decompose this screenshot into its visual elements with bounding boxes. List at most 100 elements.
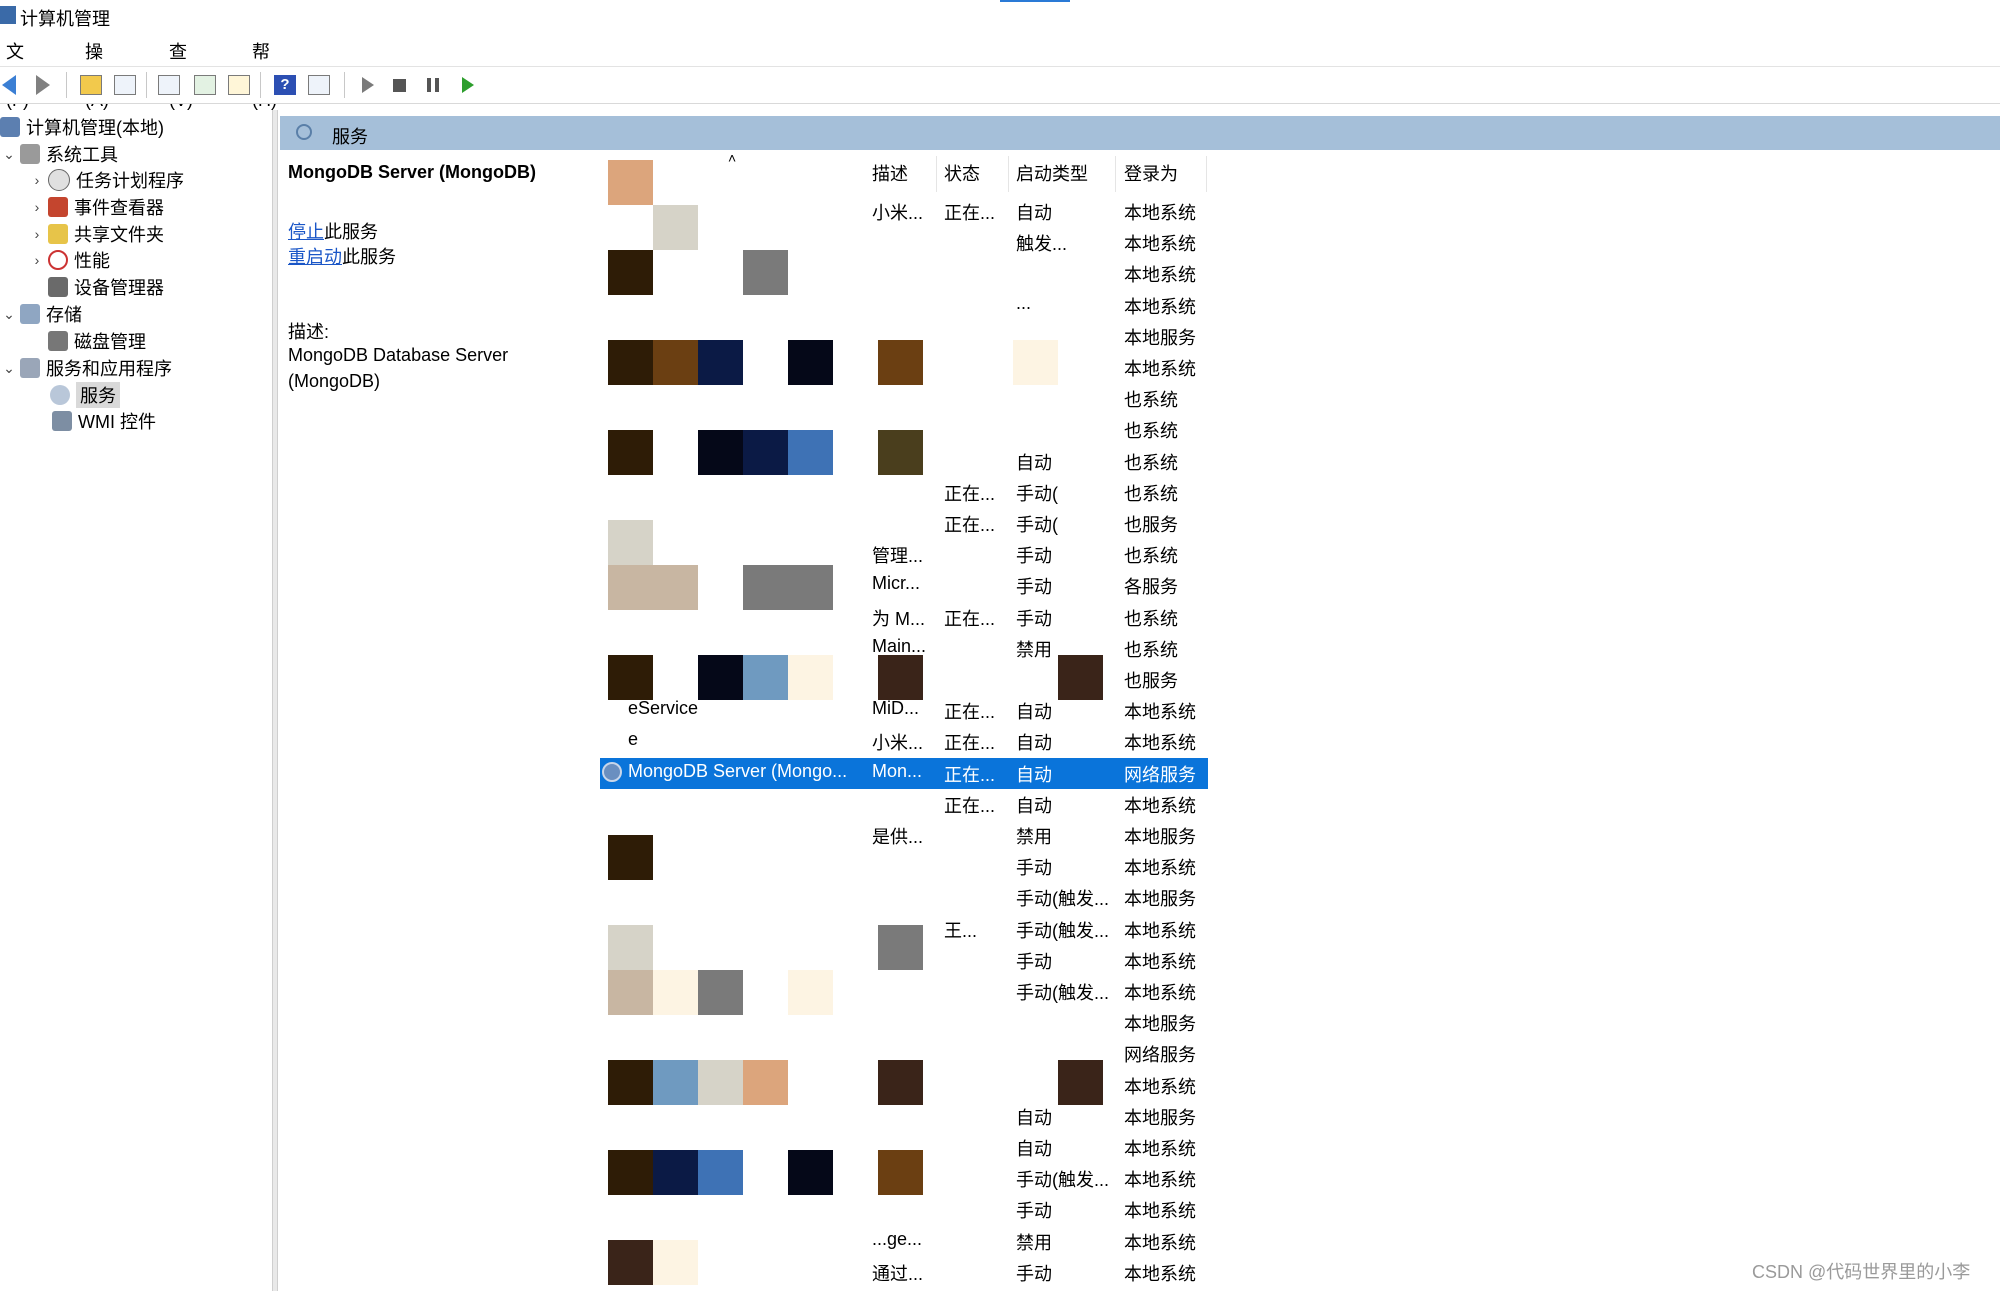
- service-status-cell: 正在...: [944, 515, 996, 535]
- service-logon-cell: 也系统: [1124, 421, 1178, 442]
- table-row[interactable]: 手动 本地系统: [600, 851, 1208, 882]
- pause-service-icon[interactable]: [427, 78, 439, 92]
- tree-root[interactable]: 计算机管理(本地): [0, 114, 164, 140]
- service-logon-cell: 本地服务: [1124, 327, 1196, 348]
- privacy-mosaic-block: [1058, 1060, 1103, 1105]
- tree-services-apps[interactable]: ⌄ 服务和应用程序: [2, 355, 172, 381]
- show-hide-tree-icon[interactable]: [114, 75, 136, 95]
- tree-disk-management[interactable]: 磁盘管理: [48, 328, 146, 354]
- event-log-icon: [48, 197, 68, 217]
- service-logon-cell: 也系统: [1124, 483, 1178, 504]
- column-header-startup[interactable]: 启动类型: [1016, 160, 1088, 186]
- properties-icon[interactable]: [158, 75, 180, 95]
- column-header-logon[interactable]: 登录为: [1124, 160, 1178, 186]
- sort-indicator: ˄: [728, 150, 737, 166]
- help-icon[interactable]: ?: [274, 75, 296, 95]
- chevron-down-icon[interactable]: ⌄: [2, 306, 16, 323]
- toolbar-separator: [260, 72, 261, 98]
- privacy-mosaic-block: [698, 1060, 743, 1105]
- refresh-icon[interactable]: [194, 75, 216, 95]
- service-desc-cell: 管理...: [872, 546, 924, 567]
- service-status-cell: 正在...: [944, 203, 996, 223]
- tree-task-scheduler[interactable]: › 任务计划程序: [30, 167, 184, 193]
- tree-services[interactable]: 服务: [50, 382, 120, 408]
- table-row[interactable]: 手动 本地系统: [600, 1194, 1208, 1225]
- table-row-selected[interactable]: MongoDB Server (Mongo... Mon... 正在... 自动 网络服…: [600, 757, 1208, 789]
- tree-performance[interactable]: › 性能: [30, 247, 110, 273]
- service-status-cell: 正在...: [944, 764, 996, 785]
- restart-service-icon[interactable]: [462, 77, 474, 93]
- service-startup-cell: 自动: [1016, 702, 1052, 723]
- forward-arrow-icon[interactable]: [36, 75, 50, 95]
- service-status-cell: 王...: [944, 920, 978, 941]
- service-logon-cell: 本地系统: [1124, 733, 1196, 754]
- tree-system-tools[interactable]: ⌄ 系统工具: [2, 141, 118, 167]
- start-service-icon[interactable]: [362, 77, 374, 93]
- services-gear-icon: [50, 385, 70, 405]
- stop-suffix: 此服务: [324, 222, 378, 242]
- service-desc-cell: Main...: [872, 635, 927, 656]
- stop-service-icon[interactable]: [393, 79, 406, 92]
- chevron-down-icon[interactable]: ⌄: [2, 146, 16, 163]
- service-logon-cell: 网络服务: [1124, 764, 1196, 785]
- privacy-mosaic-block: [878, 340, 923, 385]
- service-startup-cell: 自动: [1016, 795, 1052, 816]
- navigation-tree: 计算机管理(本地) ⌄ 系统工具 › 任务计划程序 › 事件查看器 › 共享文件…: [0, 110, 272, 1291]
- privacy-mosaic-block: [878, 655, 923, 700]
- column-header-status[interactable]: 状态: [944, 160, 980, 186]
- table-row[interactable]: e 小米... 正在... 自动 本地系统: [600, 726, 1208, 757]
- service-logon-cell: 也系统: [1124, 390, 1178, 411]
- service-startup-cell: 手动: [1016, 546, 1052, 567]
- privacy-mosaic-block: [743, 655, 788, 700]
- table-row[interactable]: ... 本地系统: [600, 290, 1208, 321]
- service-logon-cell: 本地系统: [1124, 296, 1196, 317]
- table-row[interactable]: 正在... 手动(也系统: [600, 477, 1208, 508]
- splitter[interactable]: [272, 110, 278, 1291]
- table-row[interactable]: 自动 本地服务: [600, 1101, 1208, 1132]
- table-row[interactable]: 正在... 手动(也服务: [600, 508, 1208, 539]
- tree-device-manager[interactable]: 设备管理器: [48, 274, 164, 300]
- table-row[interactable]: 手动(触发... 本地服务: [600, 882, 1208, 913]
- privacy-mosaic-block: [608, 835, 653, 880]
- table-row[interactable]: 是供... 禁用 本地服务: [600, 820, 1208, 851]
- service-startup-cell: 禁用: [1016, 1232, 1052, 1253]
- privacy-mosaic-block: [788, 565, 833, 610]
- device-manager-icon: [48, 277, 68, 297]
- panel-header: 服务: [280, 116, 2000, 150]
- export-list-icon[interactable]: [228, 75, 250, 95]
- privacy-mosaic-block: [878, 1150, 923, 1195]
- show-action-pane-icon[interactable]: [308, 75, 330, 95]
- privacy-mosaic-block: [743, 1060, 788, 1105]
- privacy-mosaic-block: [608, 925, 653, 970]
- service-logon-cell: 本地系统: [1124, 1076, 1196, 1097]
- tools-icon: [20, 144, 40, 164]
- stop-service-link[interactable]: 停止: [288, 222, 324, 242]
- restart-suffix: 此服务: [342, 247, 396, 267]
- computer-icon: [0, 117, 20, 137]
- tree-wmi[interactable]: WMI 控件: [52, 408, 156, 434]
- services-list: ˄ 描述 状态 启动类型 登录为 小米... 正在... 自动 本地系统 触发... 本地…: [600, 150, 1208, 1291]
- tree-storage[interactable]: ⌄ 存储: [2, 301, 82, 327]
- service-logon-cell: 也系统: [1124, 608, 1178, 629]
- table-row[interactable]: 也系统: [600, 383, 1208, 414]
- privacy-mosaic-block: [608, 160, 653, 205]
- tree-event-viewer[interactable]: › 事件查看器: [30, 194, 164, 220]
- column-header-description[interactable]: 描述: [872, 160, 908, 186]
- up-folder-icon[interactable]: [80, 75, 102, 95]
- privacy-mosaic-block: [743, 430, 788, 475]
- restart-action: 重启动此服务: [288, 243, 396, 269]
- tree-shared-folders[interactable]: › 共享文件夹: [30, 221, 164, 247]
- restart-service-link[interactable]: 重启动: [288, 247, 342, 267]
- back-arrow-icon[interactable]: [2, 75, 16, 95]
- chevron-down-icon[interactable]: ⌄: [2, 360, 16, 377]
- privacy-mosaic-block: [608, 430, 653, 475]
- table-row[interactable]: 本地系统: [600, 258, 1208, 289]
- chevron-right-icon[interactable]: ›: [30, 252, 44, 268]
- service-logon-cell: 也系统: [1124, 452, 1178, 473]
- table-row[interactable]: 正在... 自动 本地系统: [600, 789, 1208, 820]
- wmi-icon: [52, 411, 72, 431]
- privacy-mosaic-block: [653, 1240, 698, 1285]
- chevron-right-icon[interactable]: ›: [30, 199, 44, 215]
- chevron-right-icon[interactable]: ›: [30, 172, 44, 188]
- chevron-right-icon[interactable]: ›: [30, 226, 44, 242]
